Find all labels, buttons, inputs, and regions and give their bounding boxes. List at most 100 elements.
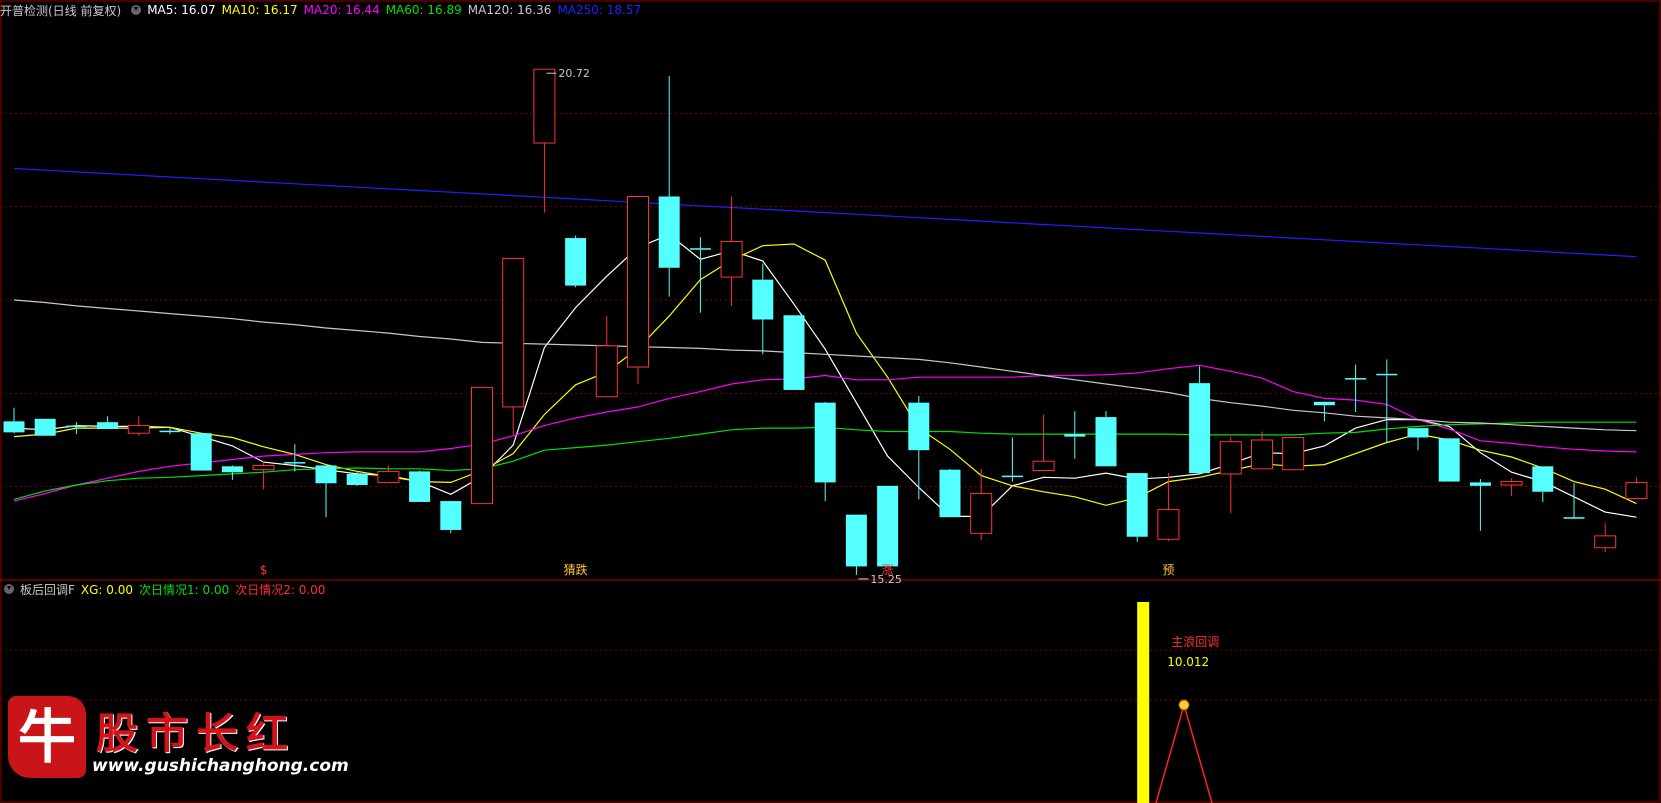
candle-body-up bbox=[970, 492, 993, 534]
legend-ma250: MA250: 18.57 bbox=[557, 3, 642, 17]
candle-body-up bbox=[127, 425, 150, 434]
candle-body-up bbox=[1219, 441, 1242, 475]
sub-panel-chart: 主浪回调 10.012 bbox=[1137, 602, 1219, 803]
candle bbox=[533, 68, 556, 213]
candle-body-down bbox=[97, 422, 119, 429]
logo-mark: 牛 bbox=[8, 696, 86, 778]
candle bbox=[284, 444, 306, 472]
candle bbox=[658, 76, 680, 297]
grid-lines bbox=[0, 0, 1661, 803]
candle-body-down bbox=[845, 514, 867, 567]
candle bbox=[1625, 477, 1648, 500]
candle-body-down bbox=[1345, 378, 1367, 380]
candle-body-up bbox=[720, 240, 743, 278]
candle-body-down bbox=[1469, 482, 1491, 486]
dropdown-icon[interactable] bbox=[131, 5, 142, 15]
candle bbox=[97, 416, 119, 429]
legend-ma5: MA5: 16.07 bbox=[147, 3, 216, 17]
candle bbox=[252, 461, 275, 490]
candle-body-down bbox=[409, 471, 431, 502]
candle bbox=[1095, 411, 1117, 467]
candle bbox=[627, 195, 649, 384]
candle-body-down bbox=[814, 402, 836, 483]
candle bbox=[1157, 473, 1180, 541]
candle bbox=[127, 416, 150, 436]
candle-body-up bbox=[1251, 439, 1273, 470]
candle-body-up bbox=[1625, 481, 1648, 500]
candle-body-down bbox=[783, 315, 805, 390]
candle-body-down bbox=[1563, 517, 1585, 519]
candle-body-up bbox=[252, 464, 275, 471]
candle-body-down bbox=[1126, 473, 1148, 537]
candle bbox=[1282, 436, 1305, 471]
candle bbox=[1313, 401, 1335, 422]
candle bbox=[908, 395, 930, 500]
candles bbox=[3, 68, 1648, 575]
candle bbox=[1500, 478, 1523, 496]
candle bbox=[377, 465, 400, 483]
candle-body-down bbox=[1313, 401, 1335, 406]
sub-signal-text: 主浪回调 bbox=[1171, 634, 1219, 649]
signal-marker-0: $ bbox=[260, 563, 268, 577]
candle bbox=[1064, 411, 1086, 459]
candle bbox=[1001, 437, 1023, 482]
ma-legend: MA5: 16.07 MA10: 16.17 MA20: 16.44 MA60: 16… bbox=[147, 3, 647, 17]
candle-body-down bbox=[877, 485, 899, 567]
candle-body-up bbox=[595, 345, 618, 398]
candle bbox=[970, 468, 993, 541]
indicator-1: 次日情况1: 0.00 bbox=[139, 582, 230, 597]
candle bbox=[877, 485, 899, 567]
candle bbox=[1032, 414, 1055, 472]
candle-body-down bbox=[346, 473, 368, 485]
candle bbox=[221, 465, 243, 480]
candle bbox=[565, 235, 587, 288]
candle bbox=[471, 386, 493, 505]
annotations: 20.7215.25$ 猜跌涨预 bbox=[260, 67, 1175, 586]
signal-bar bbox=[1137, 602, 1150, 803]
candle-body-down bbox=[1532, 466, 1554, 492]
candle bbox=[752, 263, 774, 355]
signal-marker-2: 涨 bbox=[882, 562, 894, 577]
candle bbox=[34, 418, 56, 436]
candle bbox=[1469, 479, 1491, 531]
sub-signal-value: 10.012 bbox=[1167, 655, 1209, 669]
candle bbox=[1407, 428, 1429, 451]
indicator-line bbox=[1155, 702, 1213, 803]
candle-body-up bbox=[1157, 509, 1180, 540]
signal-marker-3: 预 bbox=[1162, 563, 1174, 577]
candle-body-down bbox=[1407, 428, 1429, 438]
sub-panel-header: 板后回调F XG: 0.00 次日情况1: 0.00 次日情况2: 0.00 bbox=[0, 580, 337, 598]
candle bbox=[409, 470, 431, 502]
candle-body-down bbox=[1438, 438, 1460, 482]
candle bbox=[814, 401, 836, 502]
dropdown-icon[interactable] bbox=[4, 584, 14, 594]
ma-line-ma250 bbox=[13, 167, 1637, 258]
sub-panel-title[interactable]: 板后回调F bbox=[20, 581, 75, 598]
high-label: 20.72 bbox=[558, 67, 590, 80]
candle-body-down bbox=[65, 425, 87, 428]
indicator-2: 次日情况2: 0.00 bbox=[235, 582, 326, 597]
candle-body-up bbox=[1032, 460, 1055, 472]
signal-marker-1: 猜跌 bbox=[564, 562, 588, 577]
candle bbox=[1345, 364, 1367, 412]
candle-body-up bbox=[1594, 535, 1617, 549]
candle-body-down bbox=[315, 465, 337, 484]
candle bbox=[1189, 366, 1211, 474]
candle bbox=[1219, 436, 1242, 513]
candle-body-down bbox=[159, 430, 181, 433]
logo-title: 股市长红 bbox=[96, 709, 297, 758]
candle bbox=[1251, 431, 1273, 470]
candle bbox=[346, 471, 368, 486]
candle-body-down bbox=[190, 433, 212, 471]
main-panel-title[interactable]: 开普检测(日线 前复权) bbox=[0, 2, 121, 19]
candle-body-down bbox=[658, 196, 680, 268]
indicator-0: XG: 0.00 bbox=[80, 582, 134, 597]
candle-body-down bbox=[1064, 434, 1086, 437]
candle-body-down bbox=[284, 462, 306, 464]
candle bbox=[3, 407, 25, 434]
candle-body-up bbox=[502, 257, 525, 408]
watermark-logo: 牛 股市长红 www.gushichanghong.com bbox=[4, 696, 349, 782]
candle bbox=[1532, 466, 1554, 502]
candle bbox=[190, 433, 212, 471]
candle-body-up bbox=[1500, 481, 1523, 486]
